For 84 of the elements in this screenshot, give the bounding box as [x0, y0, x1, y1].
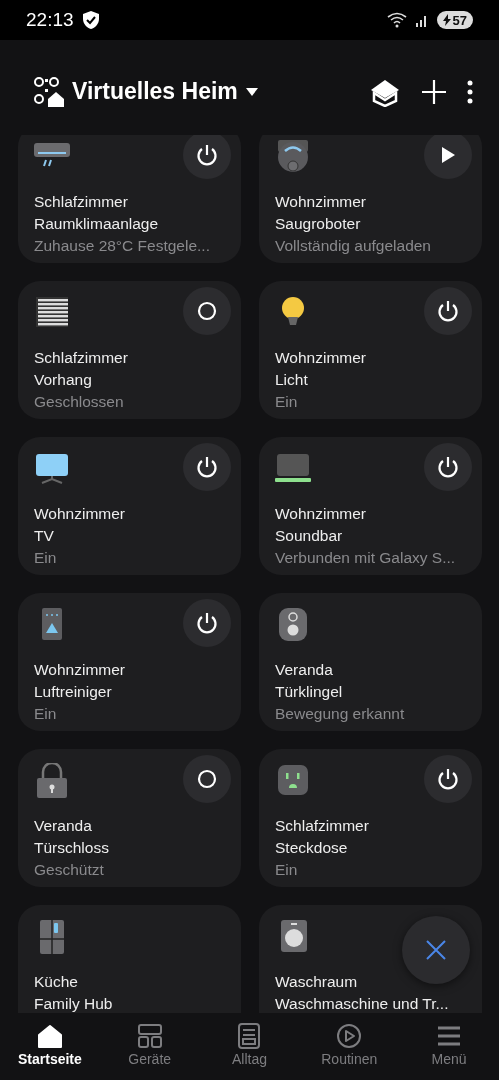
- more-icon: [467, 79, 473, 104]
- room-name: Schlafzimmer: [274, 816, 370, 836]
- device-name: Steckdose: [274, 838, 349, 858]
- room-name: Wohnzimmer: [274, 192, 367, 212]
- room-name: Veranda: [33, 816, 93, 836]
- room-name: Küche: [33, 972, 79, 992]
- device-card[interactable]: Veranda Türklingel Bewegung erkannt: [259, 593, 482, 731]
- device-card[interactable]: Schlafzimmer Raumklimaanlage Zuhause 28°C Festgele...: [18, 135, 241, 263]
- toggle-button[interactable]: [183, 287, 231, 335]
- device-name: Licht: [274, 370, 309, 390]
- room-name: Schlafzimmer: [33, 348, 129, 368]
- device-name: Raumklimaanlage: [33, 214, 160, 234]
- shield-icon: [81, 10, 100, 30]
- circle-icon: [197, 769, 217, 789]
- device-card[interactable]: Veranda Türschloss Geschützt: [18, 749, 241, 887]
- device-status: Verbunden mit Galaxy S...: [274, 548, 457, 568]
- device-status: Ein: [274, 860, 299, 880]
- home-logo-icon: [34, 76, 64, 107]
- power-button[interactable]: [183, 599, 231, 647]
- device-name: Saugroboter: [274, 214, 362, 234]
- power-button[interactable]: [424, 443, 472, 491]
- power-icon: [437, 456, 459, 478]
- nav-tab[interactable]: Startseite: [4, 1013, 95, 1076]
- room-name: Wohnzimmer: [33, 660, 126, 680]
- power-icon: [437, 768, 459, 790]
- power-icon: [437, 300, 459, 322]
- device-status: Vollständig aufgeladen: [274, 236, 432, 256]
- power-button[interactable]: [183, 443, 231, 491]
- clock: 22:13: [26, 9, 74, 31]
- device-status: Ein: [274, 392, 299, 412]
- device-status: Bewegung erkannt: [274, 704, 406, 724]
- device-name: Türschloss: [33, 838, 110, 858]
- device-status: Geschützt: [33, 860, 105, 880]
- device-status: Ein: [33, 704, 58, 724]
- power-icon: [196, 144, 218, 166]
- device-card[interactable]: Wohnzimmer Luftreiniger Ein: [18, 593, 241, 731]
- battery-indicator: 57: [436, 11, 473, 29]
- device-card[interactable]: Wohnzimmer Soundbar Verbunden mit Galaxy S...: [259, 437, 482, 575]
- device-name: Waschmaschine und Tr...: [274, 994, 450, 1013]
- power-button[interactable]: [424, 287, 472, 335]
- room-name: Schlafzimmer: [33, 192, 129, 212]
- device-name: Türklingel: [274, 682, 344, 702]
- power-icon: [196, 612, 218, 634]
- device-name: Soundbar: [274, 526, 344, 546]
- room-name: Wohnzimmer: [33, 504, 126, 524]
- room-name: Veranda: [274, 660, 334, 680]
- document-icon: [236, 1023, 263, 1049]
- device-name: Family Hub: [33, 994, 114, 1013]
- device-card[interactable]: Wohnzimmer TV Ein: [18, 437, 241, 575]
- caret-icon: [245, 87, 258, 96]
- home-selector[interactable]: Virtuelles Heim: [72, 78, 258, 105]
- play-circle-icon: [336, 1023, 363, 1049]
- circle-icon: [197, 301, 217, 321]
- toggle-button[interactable]: [183, 755, 231, 803]
- signal-icon: [414, 13, 429, 27]
- device-status: Geschlossen: [33, 392, 125, 412]
- wifi-icon: [386, 12, 407, 28]
- device-name: Vorhang: [33, 370, 93, 390]
- plus-icon: [421, 78, 447, 105]
- device-card[interactable]: Schlafzimmer Vorhang Geschlossen: [18, 281, 241, 419]
- device-card[interactable]: Schlafzimmer Steckdose Ein: [259, 749, 482, 887]
- room-name: Wohnzimmer: [274, 504, 367, 524]
- nav-tab[interactable]: Alltag: [204, 1013, 295, 1076]
- device-name: TV: [33, 526, 55, 546]
- charging-icon: [442, 14, 451, 26]
- device-card[interactable]: Wohnzimmer Licht Ein: [259, 281, 482, 419]
- power-button[interactable]: [424, 755, 472, 803]
- device-status: Ein: [33, 548, 58, 568]
- nav-tab[interactable]: Menü: [404, 1013, 495, 1076]
- power-icon: [196, 456, 218, 478]
- power-button[interactable]: [183, 135, 231, 179]
- play-button[interactable]: [424, 135, 472, 179]
- room-name: Wohnzimmer: [274, 348, 367, 368]
- close-icon: [426, 940, 446, 960]
- home-icon: [36, 1023, 63, 1049]
- device-name: Luftreiniger: [33, 682, 113, 702]
- room-name: Waschraum: [274, 972, 359, 992]
- device-status: Zuhause 28°C Festgele...: [33, 236, 211, 256]
- device-card[interactable]: Küche Family Hub: [18, 905, 241, 1013]
- play-icon: [440, 146, 456, 164]
- nav-tab[interactable]: Geräte: [104, 1013, 195, 1076]
- device-card[interactable]: Wohnzimmer Saugroboter Vollständig aufgeladen: [259, 135, 482, 263]
- nav-tab[interactable]: Routinen: [304, 1013, 395, 1076]
- devices-icon: [136, 1023, 163, 1049]
